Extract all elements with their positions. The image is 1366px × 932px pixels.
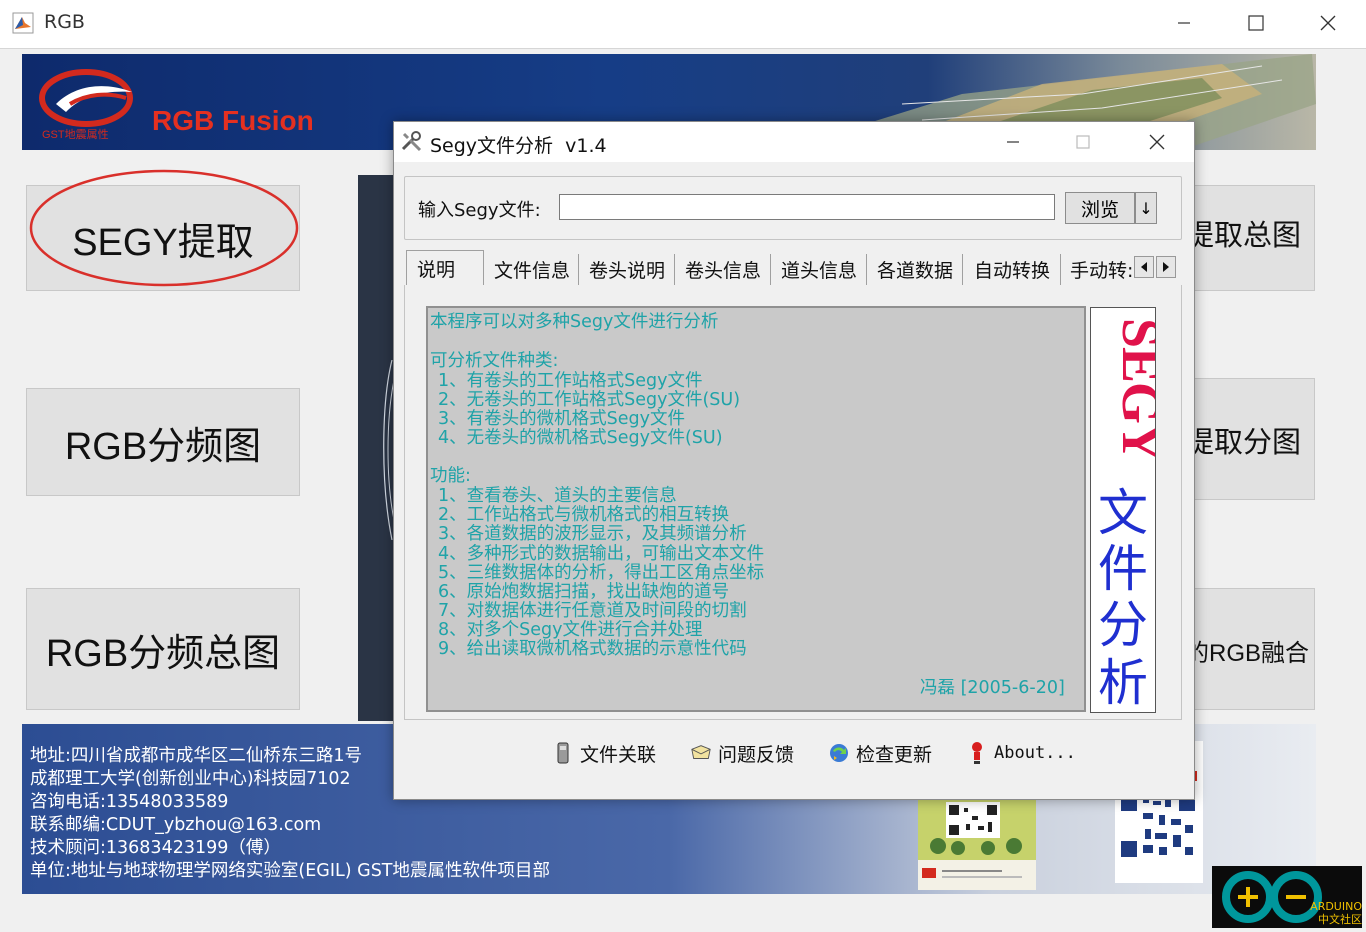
segy-file-input[interactable] xyxy=(559,194,1055,220)
tab-description-label: 说明 xyxy=(417,259,456,281)
dialog-close-button[interactable] xyxy=(1122,122,1192,162)
gst-logo: GST地震属性 xyxy=(39,69,133,141)
promo-qr-image xyxy=(918,798,1036,890)
segy-vertical-logo: SEGY 文 件 分 析 xyxy=(1090,307,1171,713)
about-label: About... xyxy=(994,743,1076,763)
segy-analysis-dialog: Segy文件分析 v1.4 输入Segy文件: 浏览 ↓ 说明 文件信息 卷头说… xyxy=(393,121,1195,800)
author-signature: 冯磊 [2005-6-20] xyxy=(920,678,1065,698)
tab-file-info[interactable]: 文件信息 xyxy=(486,254,579,285)
check-update-button[interactable]: 检查更新 xyxy=(828,738,932,768)
dialog-title-bar: Segy文件分析 v1.4 xyxy=(394,122,1194,162)
feedback-button[interactable]: 问题反馈 xyxy=(690,738,794,768)
file-association-label: 文件关联 xyxy=(580,743,657,766)
main-title-bar: RGB xyxy=(0,0,1366,49)
tab-scroll-left-button[interactable] xyxy=(1134,256,1154,278)
highlight-ellipse xyxy=(29,169,299,287)
rgb-fusion-button[interactable]: 的RGB融合 xyxy=(1190,588,1315,710)
file-association-button[interactable]: 文件关联 xyxy=(552,738,656,768)
main-minimize-button[interactable] xyxy=(1148,0,1220,46)
rgb-fusion-label: 的RGB融合 xyxy=(1190,640,1310,667)
tab-reel-header-info-label: 卷头信息 xyxy=(684,260,761,282)
svg-text:SEGY: SEGY xyxy=(1111,318,1155,461)
footer-address: 地址:四川省成都市成华区二仙桥东三路1号 xyxy=(30,746,363,766)
dialog-minimize-button[interactable] xyxy=(978,122,1048,162)
tab-scroll-right-button[interactable] xyxy=(1156,256,1176,278)
tab-reel-header-desc[interactable]: 卷头说明 xyxy=(580,254,675,285)
footer-consultant: 技术顾问:13683423199（傅） xyxy=(30,838,281,858)
main-window-title: RGB xyxy=(44,11,85,33)
globe-outline xyxy=(383,360,394,540)
gst-logo-text: GST地震属性 xyxy=(42,127,109,141)
arduino-watermark: ARDUINO 中文社区 xyxy=(1212,866,1362,928)
tab-trace-data[interactable]: 各道数据 xyxy=(868,254,963,285)
check-update-label: 检查更新 xyxy=(856,743,933,766)
svg-text:文: 文 xyxy=(1098,484,1148,542)
type-item: 4、无卷头的微机格式Segy文件(SU) xyxy=(438,428,723,448)
browse-label: 浏览 xyxy=(1080,198,1119,221)
arduino-watermark-text: ARDUINO 中文社区 xyxy=(1310,900,1362,926)
extract-split-button[interactable]: 提取分图 xyxy=(1190,378,1315,500)
tab-trace-header-info[interactable]: 道头信息 xyxy=(772,254,867,285)
rgb-freq-total-button[interactable]: RGB分频总图 xyxy=(26,588,300,710)
svg-text:析: 析 xyxy=(1098,654,1148,712)
footer-unit: 单位:地址与地球物理学网络实验室(EGIL) GST地震属性软件项目部 xyxy=(30,861,550,881)
feedback-icon xyxy=(690,742,712,764)
dialog-title: Segy文件分析 v1.4 xyxy=(430,135,607,157)
description-intro: 本程序可以对多种Segy文件进行分析 xyxy=(430,312,719,332)
extract-total-label: 提取总图 xyxy=(1190,220,1302,252)
tab-manual-convert-label: 手动转: xyxy=(1070,260,1132,282)
extract-split-label: 提取分图 xyxy=(1190,427,1302,459)
update-icon xyxy=(828,742,850,764)
footer-email: 联系邮编:CDUT_ybzhou@163.com xyxy=(30,815,322,835)
extract-total-button[interactable]: 提取总图 xyxy=(1190,185,1315,291)
main-maximize-button[interactable] xyxy=(1220,0,1292,46)
footer-park: 成都理工大学(创新创业中心)科技园7102 xyxy=(30,769,351,789)
tab-description[interactable]: 说明 xyxy=(406,250,484,286)
tools-icon xyxy=(400,130,424,154)
rgb-freq-button[interactable]: RGB分频图 xyxy=(26,388,300,496)
tab-manual-convert[interactable]: 手动转: xyxy=(1062,254,1132,285)
tab-auto-convert[interactable]: 自动转换 xyxy=(964,254,1061,285)
file-association-icon xyxy=(552,742,574,764)
rgb-freq-total-label: RGB分频总图 xyxy=(45,632,281,675)
input-file-label: 输入Segy文件: xyxy=(418,200,541,221)
footer-phone: 咨询电话:13548033589 xyxy=(30,792,229,812)
feature-item: 9、给出读取微机格式数据的示意性代码 xyxy=(438,639,747,659)
matlab-app-icon xyxy=(12,12,34,34)
dialog-maximize-button xyxy=(1048,122,1118,162)
tab-reel-header-info[interactable]: 卷头信息 xyxy=(676,254,771,285)
down-arrow-icon: ↓ xyxy=(1139,198,1153,218)
about-icon xyxy=(966,742,988,764)
svg-text:件: 件 xyxy=(1098,540,1148,598)
svg-text:分: 分 xyxy=(1098,596,1148,654)
main-close-button[interactable] xyxy=(1292,0,1364,46)
down-arrow-button[interactable]: ↓ xyxy=(1135,192,1157,224)
rgb-freq-label: RGB分频图 xyxy=(64,425,262,468)
tab-file-info-label: 文件信息 xyxy=(493,260,570,282)
browse-button[interactable]: 浏览 xyxy=(1065,192,1135,224)
tab-auto-convert-label: 自动转换 xyxy=(973,260,1050,282)
feedback-label: 问题反馈 xyxy=(718,743,795,766)
about-button[interactable]: About... xyxy=(966,738,1076,768)
tab-trace-header-info-label: 道头信息 xyxy=(780,260,857,282)
brand-title: RGB Fusion xyxy=(152,105,314,136)
tab-reel-header-desc-label: 卷头说明 xyxy=(588,260,665,282)
tab-trace-data-label: 各道数据 xyxy=(876,260,953,282)
